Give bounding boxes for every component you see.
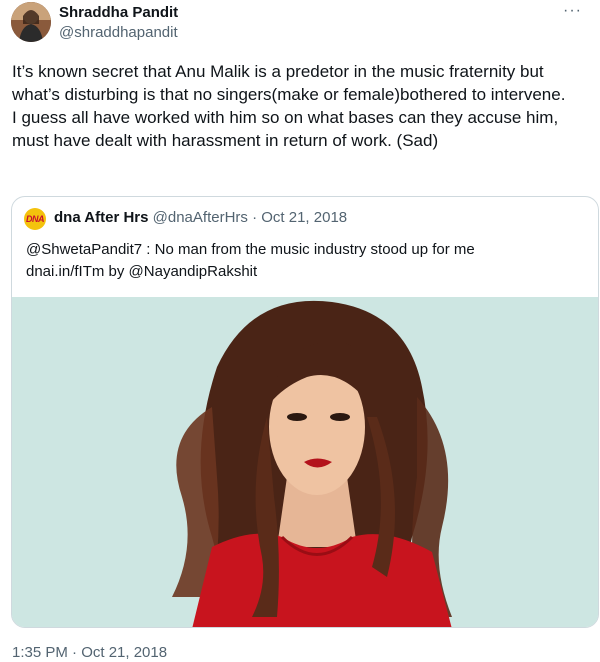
quoted-media-image[interactable] — [12, 297, 598, 627]
portrait-photo — [12, 297, 598, 627]
quoted-date[interactable]: Oct 21, 2018 — [261, 209, 347, 226]
quoted-separator: · — [247, 209, 262, 226]
tweet-timestamp[interactable]: 1:35 PM · Oct 21, 2018 — [12, 644, 167, 661]
quoted-handle: @dnaAfterHrs — [152, 209, 248, 226]
quoted-avatar[interactable]: DNA — [24, 208, 46, 230]
author-avatar[interactable] — [11, 2, 51, 42]
tweet-text: It’s known secret that Anu Malik is a pr… — [12, 62, 566, 150]
quoted-text: @ShwetaPandit7 : No man from the music i… — [26, 241, 475, 280]
quoted-header: dna After Hrs @dnaAfterHrs · Oct 21, 201… — [54, 209, 347, 226]
tweet: Shraddha Pandit @shraddhapandit ··· It’s… — [0, 0, 600, 662]
author-handle[interactable]: @shraddhapandit — [59, 24, 178, 41]
author-display-name[interactable]: Shraddha Pandit — [59, 4, 178, 21]
quoted-display-name[interactable]: dna After Hrs — [54, 209, 148, 226]
avatar-image — [11, 2, 51, 42]
quoted-avatar-logo: DNA — [26, 214, 45, 224]
quoted-tweet[interactable]: DNA dna After Hrs @dnaAfterHrs · Oct 21,… — [11, 196, 599, 628]
more-options-icon[interactable]: ··· — [563, 2, 582, 20]
